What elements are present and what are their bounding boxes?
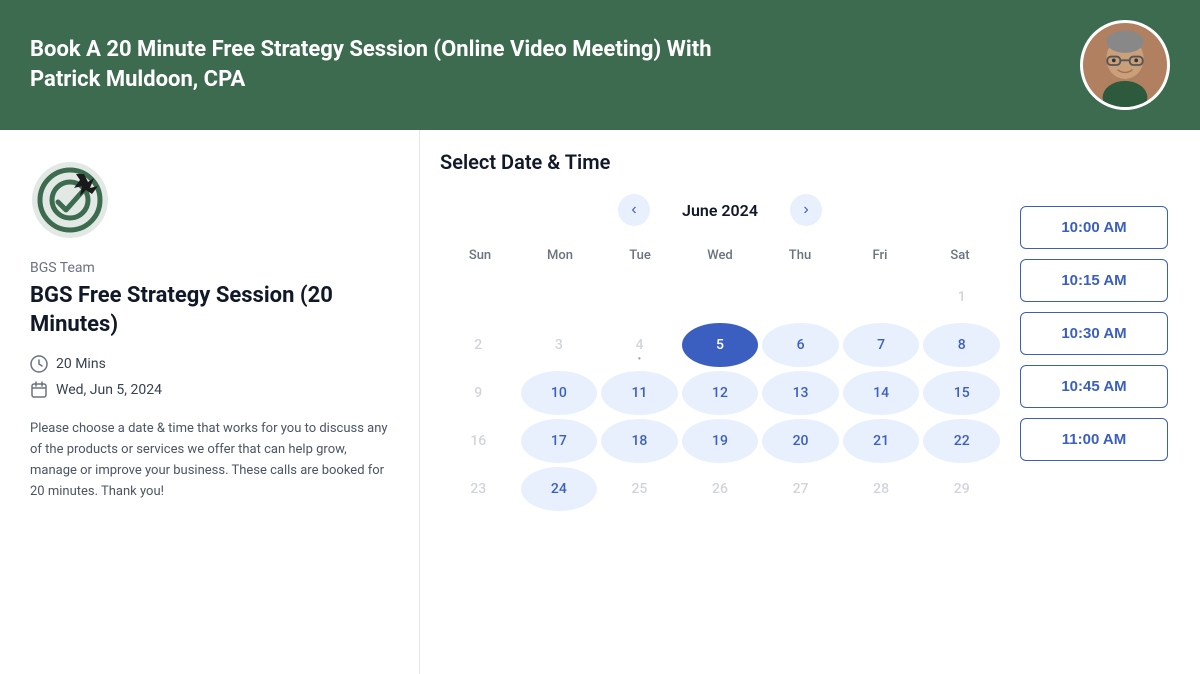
calendar-day: 23: [440, 467, 517, 511]
calendar-day: [440, 275, 517, 319]
time-slot-button[interactable]: 10:15 AM: [1020, 259, 1168, 302]
duration-label: 20 Mins: [56, 356, 106, 372]
day-header-tue: Tue: [600, 242, 680, 269]
calendar-day[interactable]: 8: [923, 323, 1000, 367]
calendar-week: 16171819202122: [440, 419, 1000, 463]
calendar-day[interactable]: 14: [843, 371, 920, 415]
calendar-day: 28: [843, 467, 920, 511]
day-header-thu: Thu: [760, 242, 840, 269]
section-title: Select Date & Time: [440, 150, 1000, 174]
calendar-day: 3: [521, 323, 598, 367]
time-slot-button[interactable]: 11:00 AM: [1020, 418, 1168, 461]
day-header-sun: Sun: [440, 242, 520, 269]
main-content: BGS Team BGS Free Strategy Session (20 M…: [0, 130, 1200, 674]
calendar-day[interactable]: 17: [521, 419, 598, 463]
duration-meta: 20 Mins: [30, 355, 389, 373]
calendar-day: 4: [601, 323, 678, 367]
calendar-day: [762, 275, 839, 319]
calendar-day: 1: [923, 275, 1000, 319]
page-title: Book A 20 Minute Free Strategy Session (…: [30, 35, 730, 94]
avatar: [1080, 20, 1170, 110]
prev-month-button[interactable]: ‹: [618, 194, 650, 226]
calendar-day: 27: [762, 467, 839, 511]
calendar-day[interactable]: 18: [601, 419, 678, 463]
time-slot-button[interactable]: 10:45 AM: [1020, 365, 1168, 408]
calendar-week: 2345678: [440, 323, 1000, 367]
calendar-day: [521, 275, 598, 319]
calendar-day[interactable]: 24: [521, 467, 598, 511]
calendar-day[interactable]: 19: [682, 419, 759, 463]
date-meta: Wed, Jun 5, 2024: [30, 381, 389, 399]
day-header-mon: Mon: [520, 242, 600, 269]
day-header-fri: Fri: [840, 242, 920, 269]
calendar-day[interactable]: 15: [923, 371, 1000, 415]
calendar-day[interactable]: 7: [843, 323, 920, 367]
logo-icon: [30, 160, 110, 240]
page-header: Book A 20 Minute Free Strategy Session (…: [0, 0, 1200, 130]
calendar-day: 25: [601, 467, 678, 511]
calendar-day[interactable]: 11: [601, 371, 678, 415]
calendar-day: 16: [440, 419, 517, 463]
day-header-wed: Wed: [680, 242, 760, 269]
time-slot-button[interactable]: 10:00 AM: [1020, 206, 1168, 249]
calendar-day: 29: [923, 467, 1000, 511]
calendar-day: [682, 275, 759, 319]
right-panel: Select Date & Time ‹ June 2024 › Sun Mon…: [420, 130, 1200, 674]
calendar-week: 1: [440, 275, 1000, 319]
left-panel: BGS Team BGS Free Strategy Session (20 M…: [0, 130, 420, 674]
description: Please choose a date & time that works f…: [30, 419, 389, 502]
calendar-day[interactable]: 13: [762, 371, 839, 415]
selected-date-label: Wed, Jun 5, 2024: [56, 382, 162, 398]
calendar-day: 9: [440, 371, 517, 415]
calendar-day[interactable]: 10: [521, 371, 598, 415]
time-slots-section: 10:00 AM 10:15 AM 10:30 AM 10:45 AM 11:00 AM: [1020, 206, 1200, 674]
calendar-day[interactable]: 12: [682, 371, 759, 415]
team-name: BGS Team: [30, 260, 389, 276]
clock-icon: [30, 355, 48, 373]
calendar-day: [843, 275, 920, 319]
calendar-day[interactable]: 6: [762, 323, 839, 367]
calendar-icon: [30, 381, 48, 399]
next-month-button[interactable]: ›: [790, 194, 822, 226]
calendar-grid: Sun Mon Tue Wed Thu Fri Sat 123456789101…: [440, 242, 1000, 511]
calendar-week: 23242526272829: [440, 467, 1000, 511]
calendar-day[interactable]: 20: [762, 419, 839, 463]
calendar-section: Select Date & Time ‹ June 2024 › Sun Mon…: [420, 150, 1020, 674]
calendar-day[interactable]: 21: [843, 419, 920, 463]
calendar-day: 2: [440, 323, 517, 367]
session-title: BGS Free Strategy Session (20 Minutes): [30, 282, 389, 339]
calendar-day[interactable]: 5: [682, 323, 759, 367]
calendar-day[interactable]: 22: [923, 419, 1000, 463]
calendar-day: [601, 275, 678, 319]
month-label: June 2024: [670, 201, 770, 220]
day-headers: Sun Mon Tue Wed Thu Fri Sat: [440, 242, 1000, 269]
calendar-week: 9101112131415: [440, 371, 1000, 415]
calendar-day: 26: [682, 467, 759, 511]
calendar-nav: ‹ June 2024 ›: [440, 194, 1000, 226]
time-slot-button[interactable]: 10:30 AM: [1020, 312, 1168, 355]
calendar-weeks: 1234567891011121314151617181920212223242…: [440, 275, 1000, 511]
day-header-sat: Sat: [920, 242, 1000, 269]
avatar-image: [1083, 20, 1167, 110]
